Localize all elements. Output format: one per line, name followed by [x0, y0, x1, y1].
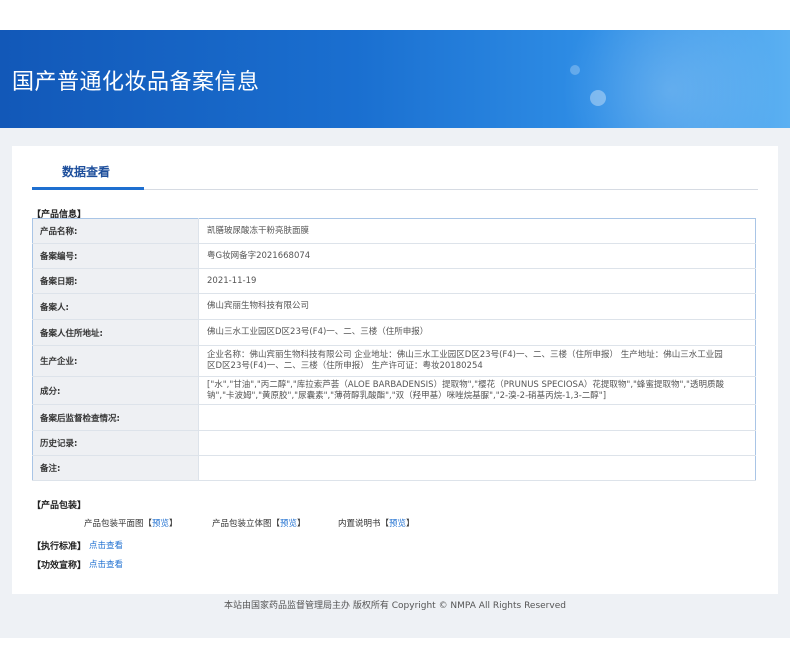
- standard-heading: 【执行标准】: [32, 542, 87, 552]
- banner-decoration: [540, 30, 790, 128]
- row-label: 生产企业:: [32, 345, 199, 377]
- row-label: 备案日期:: [32, 268, 199, 294]
- tab-data-view[interactable]: 数据查看: [62, 163, 110, 180]
- row-value: ["水","甘油","丙二醇","库拉索芦荟（ALOE BARBADENSIS）…: [198, 376, 756, 405]
- table-row: 备案后监督检查情况:: [32, 404, 756, 431]
- row-label: 产品名称:: [32, 218, 199, 244]
- table-row: 生产企业: 企业名称：佛山宾丽生物科技有限公司 企业地址：佛山三水工业园区D区2…: [32, 345, 756, 377]
- row-value: 佛山三水工业园区D区23号(F4)一、二、三楼（住所申报）: [198, 319, 756, 346]
- banner-decoration-dot: [590, 90, 606, 106]
- row-label: 备案人住所地址:: [32, 319, 199, 346]
- row-label: 历史记录:: [32, 430, 199, 456]
- table-row: 备案编号: 粤G妆网备字2021668074: [32, 243, 756, 269]
- packaging-item-3d: 产品包装立体图【预览】: [212, 519, 306, 529]
- row-value: [198, 404, 756, 431]
- row-value: [198, 455, 756, 481]
- row-label: 备注:: [32, 455, 199, 481]
- page-title: 国产普通化妆品备案信息: [12, 70, 260, 95]
- table-row: 备案人: 佛山宾丽生物科技有限公司: [32, 293, 756, 320]
- table-row: 历史记录:: [32, 430, 756, 456]
- preview-link[interactable]: 预览: [280, 519, 297, 529]
- preview-link[interactable]: 预览: [389, 519, 406, 529]
- row-label: 备案后监督检查情况:: [32, 404, 199, 431]
- row-label: 备案人:: [32, 293, 199, 320]
- main-panel: 数据查看 【产品信息】 产品名称: 凯膳玻尿酸冻干粉亮肤面膜 备案编号: 粤G妆…: [12, 146, 778, 594]
- packaging-item-manual: 内置说明书【预览】: [338, 519, 415, 529]
- table-row: 备案日期: 2021-11-19: [32, 268, 756, 294]
- header-banner: 国产普通化妆品备案信息: [0, 30, 790, 128]
- packaging-item-label: 产品包装平面图: [84, 519, 144, 529]
- row-value: 粤G妆网备字2021668074: [198, 243, 756, 269]
- table-row: 备注:: [32, 455, 756, 481]
- packaging-item-flat: 产品包装平面图【预览】: [84, 519, 178, 529]
- footer-copyright: 本站由国家药品监督管理局主办 版权所有 Copyright © NMPA All…: [224, 601, 566, 611]
- tab-active-indicator: [32, 187, 144, 190]
- packaging-item-label: 产品包装立体图: [212, 519, 272, 529]
- row-value: 凯膳玻尿酸冻干粉亮肤面膜: [198, 218, 756, 244]
- row-value: 企业名称：佛山宾丽生物科技有限公司 企业地址：佛山三水工业园区D区23号(F4)…: [198, 345, 756, 377]
- standard-view-link[interactable]: 点击查看: [89, 539, 123, 551]
- table-row: 备案人住所地址: 佛山三水工业园区D区23号(F4)一、二、三楼（住所申报）: [32, 319, 756, 346]
- row-value: 佛山宾丽生物科技有限公司: [198, 293, 756, 320]
- row-label: 成分:: [32, 376, 199, 405]
- packaging-item-label: 内置说明书: [338, 519, 381, 529]
- banner-decoration-dot: [570, 65, 580, 75]
- packaging-heading: 【产品包装】: [32, 501, 87, 511]
- efficacy-view-link[interactable]: 点击查看: [89, 558, 123, 570]
- preview-link[interactable]: 预览: [152, 519, 169, 529]
- efficacy-heading: 【功效宣称】: [32, 561, 87, 571]
- row-value: [198, 430, 756, 456]
- row-value: 2021-11-19: [198, 268, 756, 294]
- row-label: 备案编号:: [32, 243, 199, 269]
- table-row: 产品名称: 凯膳玻尿酸冻干粉亮肤面膜: [32, 218, 756, 244]
- table-row: 成分: ["水","甘油","丙二醇","库拉索芦荟（ALOE BARBADEN…: [32, 376, 756, 405]
- product-info-table: 产品名称: 凯膳玻尿酸冻干粉亮肤面膜 备案编号: 粤G妆网备字202166807…: [32, 218, 756, 481]
